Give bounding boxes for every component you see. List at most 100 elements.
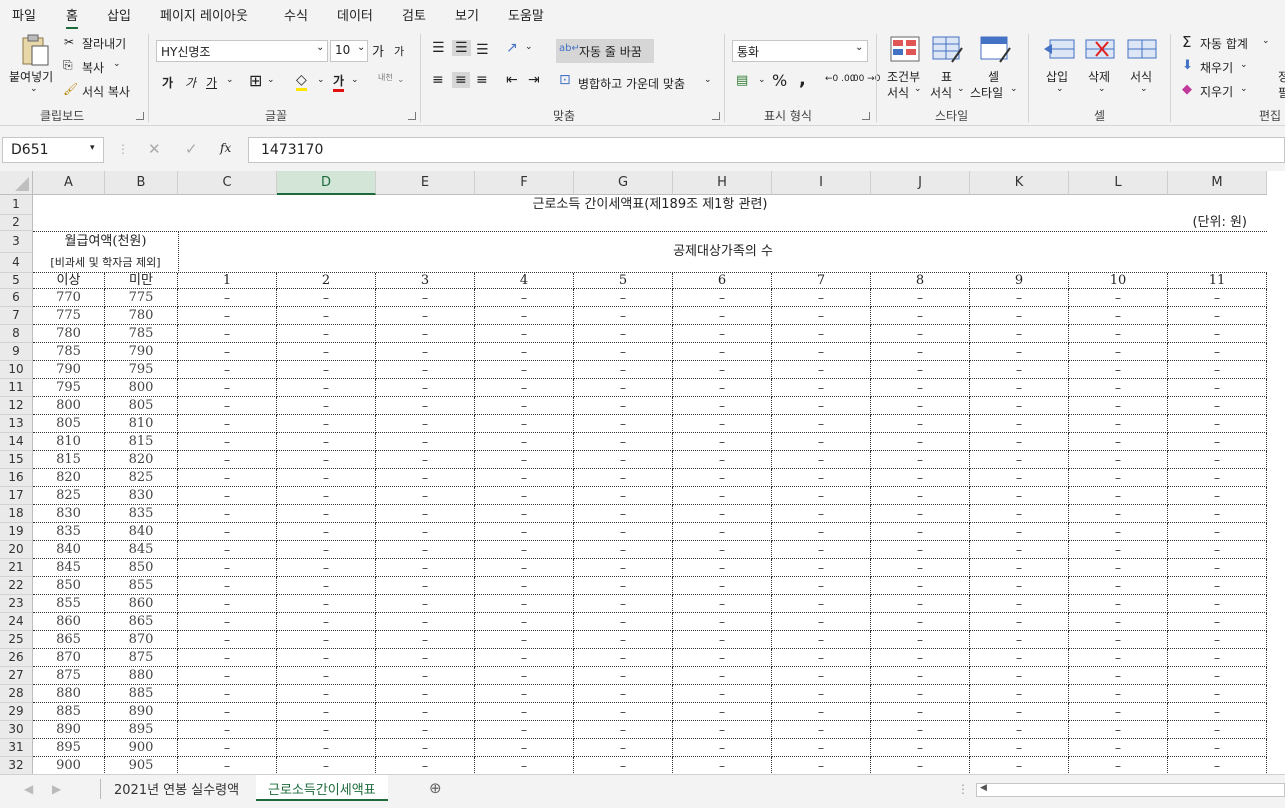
alignment-launcher-icon[interactable] <box>712 112 720 120</box>
tax-amount-cell[interactable]: – <box>277 541 376 559</box>
tax-amount-cell[interactable]: – <box>970 703 1069 721</box>
tax-amount-cell[interactable]: – <box>970 595 1069 613</box>
tax-amount-cell[interactable]: – <box>1069 361 1168 379</box>
row-header[interactable]: 10 <box>0 361 33 379</box>
range-max-cell[interactable]: 885 <box>105 685 178 703</box>
tax-amount-cell[interactable]: – <box>574 325 673 343</box>
tax-amount-cell[interactable]: – <box>277 703 376 721</box>
tax-amount-cell[interactable]: – <box>475 523 574 541</box>
tax-amount-cell[interactable]: – <box>970 577 1069 595</box>
range-min-cell[interactable]: 770 <box>33 289 105 307</box>
tax-amount-cell[interactable]: – <box>772 559 871 577</box>
row-header[interactable]: 20 <box>0 541 33 559</box>
cell-styles-label-2[interactable]: 스타일 <box>970 84 1003 101</box>
sort-filter-label-1[interactable]: 정 <box>1278 68 1285 85</box>
chevron-down-icon[interactable]: ⌄ <box>397 75 405 85</box>
tax-amount-cell[interactable]: – <box>1168 343 1267 361</box>
copy-button[interactable]: 복사 <box>82 59 104 76</box>
tax-amount-cell[interactable]: – <box>1069 469 1168 487</box>
tax-amount-cell[interactable]: – <box>277 649 376 667</box>
tax-amount-cell[interactable]: – <box>970 487 1069 505</box>
menu-file[interactable]: 파일 <box>12 5 36 24</box>
tax-amount-cell[interactable]: – <box>574 523 673 541</box>
currency-icon[interactable]: ▤ <box>736 73 748 88</box>
tax-amount-cell[interactable]: – <box>871 667 970 685</box>
tax-amount-cell[interactable]: – <box>673 505 772 523</box>
tax-amount-cell[interactable]: – <box>1168 307 1267 325</box>
range-min-cell[interactable]: 820 <box>33 469 105 487</box>
align-top-icon[interactable]: ☰ <box>432 40 445 56</box>
tax-amount-cell[interactable]: – <box>574 433 673 451</box>
range-min-cell[interactable]: 800 <box>33 397 105 415</box>
range-min-cell[interactable]: 845 <box>33 559 105 577</box>
tax-amount-cell[interactable]: – <box>1069 757 1168 774</box>
tax-amount-cell[interactable]: – <box>277 685 376 703</box>
tax-amount-cell[interactable]: – <box>277 415 376 433</box>
tax-amount-cell[interactable]: – <box>871 631 970 649</box>
tax-amount-cell[interactable]: – <box>574 667 673 685</box>
format-painter-button[interactable]: 서식 복사 <box>82 83 130 100</box>
range-min-cell[interactable]: 840 <box>33 541 105 559</box>
range-min-cell[interactable]: 850 <box>33 577 105 595</box>
row-header[interactable]: 22 <box>0 577 33 595</box>
tax-amount-cell[interactable]: – <box>574 397 673 415</box>
tax-amount-cell[interactable]: – <box>970 379 1069 397</box>
range-max-cell[interactable]: 835 <box>105 505 178 523</box>
range-min-cell[interactable]: 890 <box>33 721 105 739</box>
tax-amount-cell[interactable]: – <box>277 433 376 451</box>
family-count-header[interactable]: 10 <box>1069 273 1168 289</box>
tax-amount-cell[interactable]: – <box>178 631 277 649</box>
tax-amount-cell[interactable]: – <box>970 631 1069 649</box>
family-count-header[interactable]: 2 <box>277 273 376 289</box>
row-header[interactable]: 11 <box>0 379 33 397</box>
tax-amount-cell[interactable]: – <box>970 307 1069 325</box>
tax-amount-cell[interactable]: – <box>970 613 1069 631</box>
chevron-down-icon[interactable]: ⌄ <box>1140 84 1148 94</box>
tax-amount-cell[interactable]: – <box>178 613 277 631</box>
paste-dropdown-icon[interactable]: ⌄ <box>30 84 38 94</box>
range-max-cell[interactable]: 780 <box>105 307 178 325</box>
row-header[interactable]: 14 <box>0 433 33 451</box>
tax-amount-cell[interactable]: – <box>673 469 772 487</box>
tax-amount-cell[interactable]: – <box>1069 397 1168 415</box>
chevron-down-icon[interactable]: ⌄ <box>1010 84 1018 94</box>
tax-amount-cell[interactable]: – <box>772 343 871 361</box>
tax-amount-cell[interactable]: – <box>574 703 673 721</box>
tax-amount-cell[interactable]: – <box>772 703 871 721</box>
tax-amount-cell[interactable]: – <box>475 703 574 721</box>
tax-amount-cell[interactable]: – <box>871 649 970 667</box>
tax-amount-cell[interactable]: – <box>871 577 970 595</box>
row-header[interactable]: 19 <box>0 523 33 541</box>
range-min-cell[interactable]: 790 <box>33 361 105 379</box>
tax-amount-cell[interactable]: – <box>1069 343 1168 361</box>
tax-amount-cell[interactable]: – <box>277 577 376 595</box>
menu-page-layout[interactable]: 페이지 레이아웃 <box>160 5 248 24</box>
tax-amount-cell[interactable]: – <box>376 703 475 721</box>
chevron-down-icon[interactable]: ▾ <box>90 143 95 153</box>
tax-amount-cell[interactable]: – <box>673 541 772 559</box>
tax-amount-cell[interactable]: – <box>475 307 574 325</box>
tax-amount-cell[interactable]: – <box>673 685 772 703</box>
tax-amount-cell[interactable]: – <box>1069 577 1168 595</box>
tax-amount-cell[interactable]: – <box>772 469 871 487</box>
indent-increase-icon[interactable]: ⇥ <box>528 72 540 88</box>
tax-amount-cell[interactable]: – <box>1168 451 1267 469</box>
tax-amount-cell[interactable]: – <box>475 559 574 577</box>
tax-amount-cell[interactable]: – <box>1168 595 1267 613</box>
tax-amount-cell[interactable]: – <box>871 397 970 415</box>
tax-amount-cell[interactable]: – <box>574 361 673 379</box>
tax-amount-cell[interactable]: – <box>772 631 871 649</box>
tax-amount-cell[interactable]: – <box>772 685 871 703</box>
align-bottom-icon[interactable]: ☰ <box>476 42 489 58</box>
column-header[interactable]: L <box>1069 171 1168 195</box>
chevron-down-icon[interactable]: ⌄ <box>1240 84 1248 94</box>
tax-amount-cell[interactable]: – <box>871 433 970 451</box>
tax-amount-cell[interactable]: – <box>772 361 871 379</box>
tax-amount-cell[interactable]: – <box>376 343 475 361</box>
tax-amount-cell[interactable]: – <box>1168 505 1267 523</box>
tax-amount-cell[interactable]: – <box>970 343 1069 361</box>
tax-amount-cell[interactable]: – <box>1069 379 1168 397</box>
range-min-cell[interactable]: 900 <box>33 757 105 774</box>
tax-amount-cell[interactable]: – <box>772 505 871 523</box>
tax-amount-cell[interactable]: – <box>376 559 475 577</box>
